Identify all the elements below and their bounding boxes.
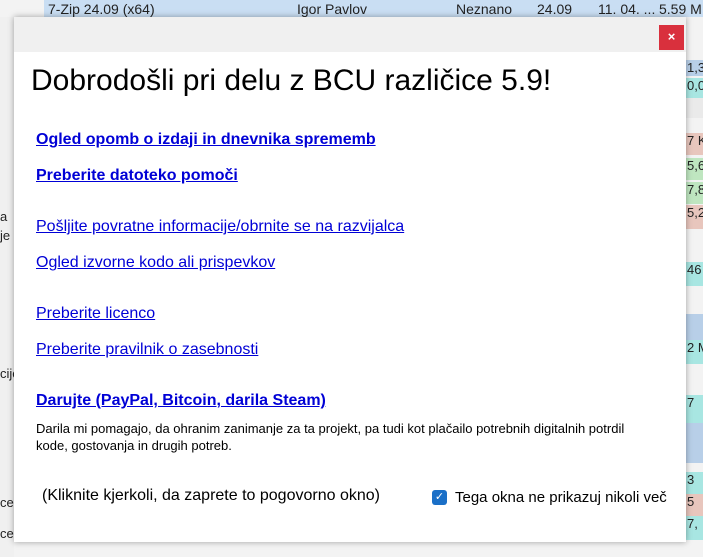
sidebar-fragment: je: [0, 228, 11, 243]
background-sidebar: a je cije ce ce: [0, 17, 20, 557]
privacy-policy-link[interactable]: Preberite pravilnik o zasebnosti: [36, 341, 258, 359]
bg-cell: 7 K: [686, 133, 703, 155]
bg-cell: 5: [686, 494, 703, 516]
feedback-link[interactable]: Pošljite povratne informacije/obrnite se…: [36, 218, 404, 236]
dialog-titlebar[interactable]: ×: [14, 17, 686, 52]
bg-cell: [686, 98, 703, 118]
sidebar-fragment: ce: [0, 495, 14, 510]
bg-cell: [686, 423, 703, 463]
checkmark-icon: ✓: [434, 491, 445, 503]
bg-cell: 1,3: [686, 60, 703, 76]
bg-cell: 7: [686, 395, 703, 423]
donate-description: Darila mi pomagajo, da ohranim zanimanje…: [36, 421, 625, 453]
source-code-link[interactable]: Ogled izvorne kodo ali prispevkov: [36, 254, 275, 272]
background-list-row-selected[interactable]: 7-Zip 24.09 (x64) Igor Pavlov Neznano 24…: [44, 0, 703, 17]
footer-hint: (Kliknite kjerkoli, da zaprete to pogovo…: [42, 487, 380, 504]
dont-show-again-checkbox[interactable]: ✓: [432, 490, 447, 505]
bg-cell: 2 M: [686, 340, 703, 364]
bg-cell: [686, 314, 703, 340]
bg-cell: 3: [686, 472, 703, 494]
bg-cell: 5,2: [686, 205, 703, 229]
row-status: Neznano: [456, 1, 513, 17]
dont-show-again-label[interactable]: Tega okna ne prikazuj nikoli več: [455, 489, 667, 506]
dialog-title: Dobrodošli pri delu z BCU različice 5.9!: [31, 64, 552, 97]
sidebar-fragment: ce: [0, 526, 14, 541]
help-file-link[interactable]: Preberite datoteko pomoči: [36, 167, 238, 185]
row-publisher: Igor Pavlov: [297, 1, 368, 17]
release-notes-link[interactable]: Ogled opomb o izdaji in dnevnika spremem…: [36, 131, 376, 149]
row-name: 7-Zip 24.09 (x64): [48, 1, 155, 17]
row-version: 24.09: [537, 1, 573, 17]
sidebar-fragment: a: [0, 209, 8, 224]
donate-link[interactable]: Darujte (PayPal, Bitcoin, darila Steam): [36, 392, 326, 410]
bg-cell: 0,0: [686, 78, 703, 98]
bg-cell: 46: [686, 262, 703, 286]
bg-cell: 5,6: [686, 158, 703, 180]
bg-cell: 7,: [686, 516, 703, 540]
license-link[interactable]: Preberite licenco: [36, 305, 155, 323]
close-button[interactable]: ×: [659, 25, 684, 50]
row-size: 5.59 M: [659, 1, 702, 17]
bg-cell: 7,8: [686, 182, 703, 204]
row-date: 11. 04. ...: [598, 1, 656, 17]
welcome-dialog[interactable]: × Dobrodošli pri delu z BCU različice 5.…: [14, 17, 686, 542]
